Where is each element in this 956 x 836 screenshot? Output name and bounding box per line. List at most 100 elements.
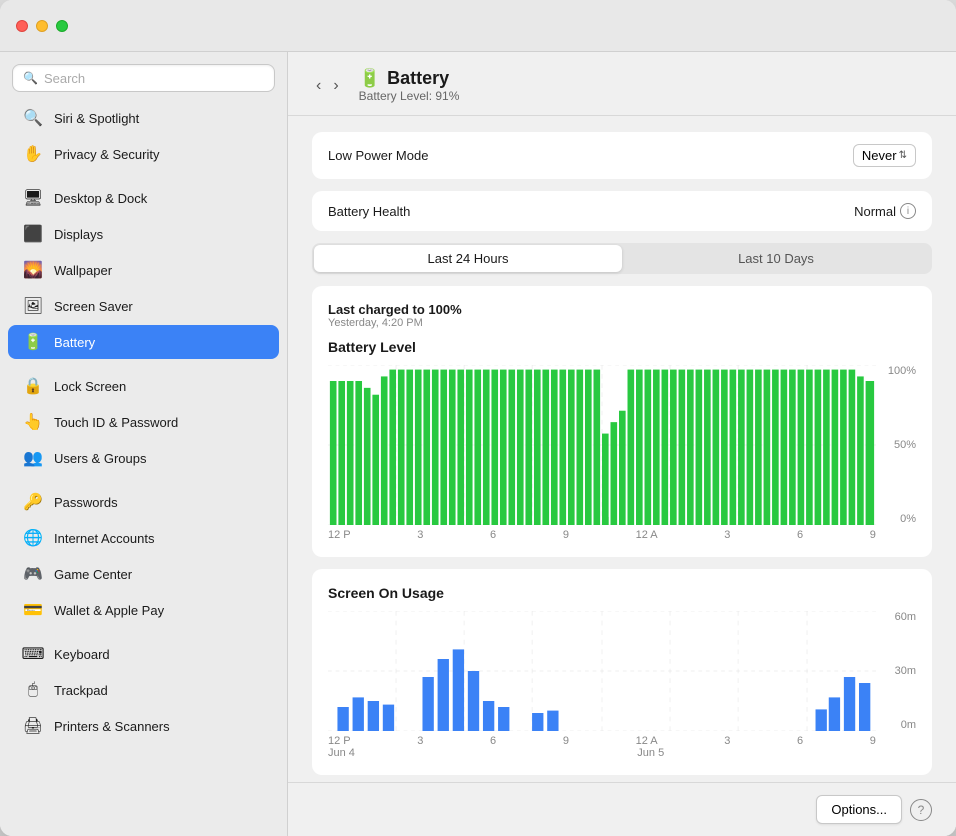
keyboard-icon: ⌨ (22, 643, 44, 665)
sidebar-item-internet-accounts[interactable]: 🌐 Internet Accounts (8, 521, 279, 555)
printers-scanners-icon: 🖨 (22, 715, 44, 737)
title-bar (0, 0, 956, 52)
header-title-group: 🔋 Battery Battery Level: 91% (359, 68, 460, 103)
battery-chart-svg (328, 365, 876, 525)
siri-spotlight-icon: 🔍 (22, 107, 44, 129)
sidebar-item-touch-id[interactable]: 👆 Touch ID & Password (8, 405, 279, 439)
sidebar-item-passwords[interactable]: 🔑 Passwords (8, 485, 279, 519)
screen-y-labels: 60m 30m 0m (881, 611, 916, 731)
displays-icon: ⬛ (22, 223, 44, 245)
low-power-mode-value: Never (862, 148, 897, 163)
segment-10d[interactable]: Last 10 Days (622, 245, 930, 272)
sidebar-item-label: Game Center (54, 567, 132, 582)
sidebar-item-label: Touch ID & Password (54, 415, 178, 430)
search-icon: 🔍 (23, 71, 38, 85)
sidebar-item-game-center[interactable]: 🎮 Game Center (8, 557, 279, 591)
sidebar-item-desktop-dock[interactable]: 🖥 Desktop & Dock (8, 181, 279, 215)
minimize-button[interactable] (36, 20, 48, 32)
touch-id-icon: 👆 (22, 411, 44, 433)
header-subtitle: Battery Level: 91% (359, 89, 460, 103)
sidebar-item-label: Wallet & Apple Pay (54, 603, 164, 618)
page-title: 🔋 Battery (359, 68, 460, 89)
main-scroll[interactable]: Low Power Mode Never ⇅ Battery Health No… (288, 116, 956, 782)
battery-health-label: Battery Health (328, 204, 410, 219)
battery-health-row: Battery Health Normal i (312, 191, 932, 231)
charged-time: Yesterday, 4:20 PM (328, 317, 916, 329)
sidebar-item-label: Wallpaper (54, 263, 112, 278)
nav-buttons: ‹ › (312, 75, 343, 97)
battery-icon: 🔋 (22, 331, 44, 353)
main-header: ‹ › 🔋 Battery Battery Level: 91% (288, 52, 956, 116)
maximize-button[interactable] (56, 20, 68, 32)
sidebar-item-wallet-pay[interactable]: 💳 Wallet & Apple Pay (8, 593, 279, 627)
battery-health-value-group: Normal i (854, 203, 916, 219)
info-icon[interactable]: i (900, 203, 916, 219)
search-container: 🔍 Search (0, 52, 287, 100)
sidebar-item-trackpad[interactable]: 🖱 Trackpad (8, 673, 279, 707)
screen-x-labels: 12 P 3 6 9 12 A 3 6 9 (328, 735, 916, 747)
search-box[interactable]: 🔍 Search (12, 64, 275, 92)
battery-x-labels: 12 P 3 6 9 12 A 3 6 9 (328, 529, 916, 541)
wallet-pay-icon: 💳 (22, 599, 44, 621)
sidebar-item-privacy-security[interactable]: ✋ Privacy & Security (8, 137, 279, 171)
low-power-mode-item: Low Power Mode Never ⇅ (312, 132, 932, 179)
passwords-icon: 🔑 (22, 491, 44, 513)
nav-forward-button[interactable]: › (329, 75, 342, 97)
sidebar-item-label: Users & Groups (54, 451, 146, 466)
sidebar-item-battery[interactable]: 🔋 Battery (8, 325, 279, 359)
screen-chart-container (328, 611, 916, 731)
wallpaper-icon: 🌄 (22, 259, 44, 281)
search-placeholder: Search (44, 71, 85, 86)
traffic-lights (16, 20, 68, 32)
desktop-dock-icon: 🖥 (22, 187, 44, 209)
sidebar-item-siri-spotlight[interactable]: 🔍 Siri & Spotlight (8, 101, 279, 135)
internet-accounts-icon: 🌐 (22, 527, 44, 549)
game-center-icon: 🎮 (22, 563, 44, 585)
battery-y-labels: 100% 50% 0% (881, 365, 916, 525)
battery-health-value: Normal (854, 204, 896, 219)
sidebar-item-label: Desktop & Dock (54, 191, 147, 206)
charged-text: Last charged to 100% (328, 302, 916, 317)
battery-level-title: Battery Level (328, 339, 916, 355)
sidebar-item-displays[interactable]: ⬛ Displays (8, 217, 279, 251)
sidebar-item-label: Screen Saver (54, 299, 133, 314)
sidebar-item-label: Battery (54, 335, 95, 350)
privacy-security-icon: ✋ (22, 143, 44, 165)
sidebar-item-keyboard[interactable]: ⌨ Keyboard (8, 637, 279, 671)
chart-info: Last charged to 100% Yesterday, 4:20 PM (328, 302, 916, 329)
trackpad-icon: 🖱 (22, 679, 44, 701)
sidebar-item-label: Internet Accounts (54, 531, 154, 546)
sidebar: 🔍 Search 🔍 Siri & Spotlight ✋ Privacy & … (0, 52, 288, 836)
sidebar-item-users-groups[interactable]: 👥 Users & Groups (8, 441, 279, 475)
close-button[interactable] (16, 20, 28, 32)
content-area: 🔍 Search 🔍 Siri & Spotlight ✋ Privacy & … (0, 52, 956, 836)
screen-chart-section: Screen On Usage (312, 569, 932, 775)
sidebar-item-label: Keyboard (54, 647, 110, 662)
sidebar-item-screen-saver[interactable]: 🖼 Screen Saver (8, 289, 279, 323)
low-power-mode-select[interactable]: Never ⇅ (853, 144, 916, 167)
screen-date-labels: Jun 4 Jun 5 (328, 747, 916, 759)
battery-chart-container (328, 365, 916, 525)
sidebar-item-wallpaper[interactable]: 🌄 Wallpaper (8, 253, 279, 287)
nav-back-button[interactable]: ‹ (312, 75, 325, 97)
low-power-mode-label: Low Power Mode (328, 148, 428, 163)
sidebar-item-label: Trackpad (54, 683, 108, 698)
help-button[interactable]: ? (910, 799, 932, 821)
sidebar-item-label: Privacy & Security (54, 147, 159, 162)
main-window: 🔍 Search 🔍 Siri & Spotlight ✋ Privacy & … (0, 0, 956, 836)
options-button[interactable]: Options... (816, 795, 902, 824)
sidebar-item-label: Displays (54, 227, 103, 242)
battery-title-icon: 🔋 (359, 68, 381, 89)
screen-chart-area: 60m 30m 0m 12 P 3 6 9 12 A 3 6 9 (328, 611, 916, 759)
sidebar-item-label: Siri & Spotlight (54, 111, 139, 126)
sidebar-item-lock-screen[interactable]: 🔒 Lock Screen (8, 369, 279, 403)
segment-24h[interactable]: Last 24 Hours (314, 245, 622, 272)
time-range-segment[interactable]: Last 24 Hours Last 10 Days (312, 243, 932, 274)
sidebar-item-label: Lock Screen (54, 379, 126, 394)
screen-usage-title: Screen On Usage (328, 585, 916, 601)
sidebar-item-printers-scanners[interactable]: 🖨 Printers & Scanners (8, 709, 279, 743)
battery-chart-area: 100% 50% 0% 12 P 3 6 9 12 A 3 6 9 (328, 365, 916, 541)
screen-chart-svg (328, 611, 876, 731)
sidebar-item-label: Passwords (54, 495, 118, 510)
chevron-updown-icon: ⇅ (899, 150, 907, 161)
